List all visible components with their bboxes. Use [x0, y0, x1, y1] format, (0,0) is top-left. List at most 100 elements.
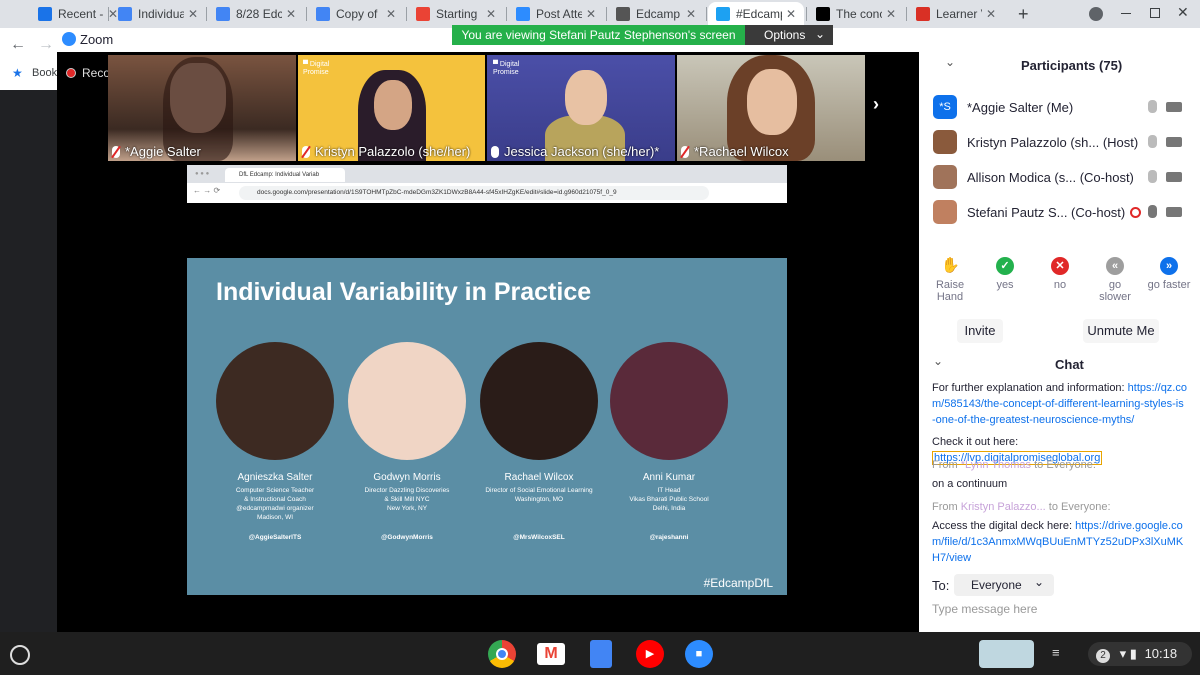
close-tab-icon[interactable]: ✕ — [586, 7, 596, 21]
participant-row[interactable]: Kristyn Palazzolo (sh... (Host) — [933, 129, 1183, 155]
browser-tab[interactable]: #Edcamp ✕ — [708, 2, 804, 26]
video-tile[interactable]: *Rachael Wilcox — [677, 55, 865, 161]
browser-tab-label: Learner V — [936, 7, 982, 21]
close-window-button[interactable]: ✕ — [1177, 4, 1189, 21]
chat-message: on a continuum — [932, 476, 1187, 492]
reaction-button[interactable]: ✓ yes — [975, 257, 1035, 291]
participant-face — [374, 80, 412, 130]
minimize-button[interactable] — [1121, 13, 1131, 14]
tab-search-icon[interactable] — [1089, 7, 1103, 21]
speaker-card: Godwyn Morris Director Dazzling Discoveri… — [348, 342, 466, 541]
options-dropdown[interactable]: Options ⌄ — [745, 25, 833, 45]
close-tab-icon[interactable]: ✕ — [386, 7, 396, 21]
participant-face — [565, 70, 607, 125]
collapse-chat-icon[interactable]: ⌄ — [933, 354, 943, 368]
browser-tab[interactable]: Individual ✕ — [110, 2, 206, 26]
close-tab-icon[interactable]: ✕ — [286, 7, 296, 21]
invite-button[interactable]: Invite — [957, 319, 1003, 343]
reaction-label: yes — [996, 279, 1014, 291]
google-drive-icon — [38, 7, 52, 21]
reaction-button[interactable]: ✕ no — [1030, 257, 1090, 291]
speaker-card: Rachael Wilcox Director of Social Emotion… — [480, 342, 598, 541]
speaker-detail: & Skill Mill NYC — [384, 496, 430, 503]
zoom-logo-icon — [62, 32, 76, 46]
next-page-chevron-icon[interactable]: › — [873, 94, 879, 115]
status-tray[interactable]: 2 ▾ ▮ 10:18 — [1088, 642, 1192, 666]
forward-icon[interactable]: → — [38, 36, 54, 54]
back-icon[interactable]: ← — [10, 36, 26, 54]
browser-tab[interactable]: Edcamp ✕ — [608, 2, 704, 26]
video-camera-icon[interactable] — [1166, 102, 1182, 112]
video-camera-icon[interactable] — [1166, 137, 1182, 147]
chat-sender[interactable]: *Lynn Thomas — [961, 459, 1031, 471]
gmail-icon — [416, 7, 430, 21]
tab-separator — [706, 7, 707, 21]
chat-recipient-dropdown[interactable]: Everyone ⌄ — [954, 574, 1054, 596]
participant-face — [747, 69, 797, 135]
participant-row[interactable]: Stefani Pautz S... (Co-host) — [933, 199, 1183, 225]
unmute-me-button[interactable]: Unmute Me — [1083, 319, 1159, 343]
video-camera-icon[interactable] — [1166, 207, 1182, 217]
browser-tab[interactable]: Post Atte ✕ — [508, 2, 604, 26]
maximize-button[interactable] — [1150, 8, 1160, 18]
close-tab-icon[interactable]: ✕ — [686, 7, 696, 21]
close-tab-icon[interactable]: ✕ — [886, 7, 896, 21]
muted-mic-icon — [302, 145, 310, 158]
browser-tab[interactable]: 8/28 Edc ✕ — [208, 2, 304, 26]
participant-row[interactable]: Allison Modica (s... (Co-host) — [933, 164, 1183, 190]
zoom-app-icon[interactable]: ■ — [685, 640, 713, 668]
rewind-icon: « — [1106, 257, 1124, 275]
bookmark-star-icon[interactable]: ★ — [12, 66, 23, 80]
bookmarks-label[interactable]: Book — [32, 67, 57, 79]
muted-mic-icon[interactable] — [1148, 135, 1157, 148]
close-tab-icon[interactable]: ✕ — [986, 7, 996, 21]
chat-message: Access the digital deck here: https://dr… — [932, 518, 1187, 566]
youtube-icon[interactable]: ▶ — [636, 640, 664, 668]
muted-mic-icon[interactable] — [1148, 100, 1157, 113]
close-tab-icon[interactable]: ✕ — [486, 7, 496, 21]
tile-name: Kristyn Palazzolo (she/her) — [302, 144, 470, 159]
browser-tab[interactable]: Starting ✕ — [408, 2, 504, 26]
google-docs-icon — [316, 7, 330, 21]
browser-tab[interactable]: The conc ✕ — [808, 2, 904, 26]
new-tab-button[interactable]: + — [1018, 4, 1029, 25]
speaker-detail: Computer Science Teacher — [235, 487, 315, 494]
launcher-button[interactable] — [10, 645, 30, 665]
speaker-detail: @edcampmadwi organizer — [236, 505, 314, 512]
google-docs-icon[interactable] — [590, 640, 612, 668]
chat-sender[interactable]: Kristyn Palazzo... — [961, 501, 1046, 513]
participant-row[interactable]: *S *Aggie Salter (Me) — [933, 94, 1183, 120]
chat-message: For further explanation and information:… — [932, 380, 1187, 428]
reaction-button[interactable]: « go slower — [1085, 257, 1145, 303]
tab-separator — [806, 7, 807, 21]
close-tab-icon[interactable]: ✕ — [786, 7, 796, 21]
chat-message-input[interactable]: Type message here — [932, 602, 1182, 616]
browser-tab[interactable]: Learner V ✕ — [908, 2, 1004, 26]
chrome-icon[interactable] — [488, 640, 516, 668]
chat-sender-line: From Kristyn Palazzo... to Everyone: — [932, 499, 1187, 515]
video-tile[interactable]: *Aggie Salter — [108, 55, 296, 161]
video-tile[interactable]: ▀ Digital Promise Kristyn Palazzolo (she/… — [298, 55, 485, 161]
chat-message-text: For further explanation and information: — [932, 382, 1128, 394]
speaker-handle: @AggieSalterITS — [248, 534, 302, 541]
collapse-participants-icon[interactable]: ⌄ — [945, 55, 955, 69]
browser-tab[interactable]: Copy of ✕ — [308, 2, 404, 26]
reaction-button[interactable]: ✋ Raise Hand — [920, 257, 980, 303]
video-camera-icon[interactable] — [1166, 172, 1182, 182]
browser-tab-label: #Edcamp — [736, 7, 782, 21]
gmail-icon[interactable]: M — [537, 643, 565, 665]
clipboard-icon[interactable]: ≡ — [1052, 645, 1060, 660]
tile-name-label: *Aggie Salter — [125, 144, 201, 159]
reaction-label-line2: slower — [1099, 291, 1131, 303]
video-tile[interactable]: ▀ Digital Promise Jessica Jackson (she/he… — [487, 55, 675, 161]
zoom-title-bar: Zoom You are viewing Stefani Pautz Steph… — [57, 25, 1200, 52]
mic-icon[interactable] — [1148, 205, 1157, 218]
muted-mic-icon[interactable] — [1148, 170, 1157, 183]
reaction-label: Raise — [935, 279, 965, 291]
reaction-label: go — [1108, 279, 1122, 291]
speaker-photo — [348, 342, 466, 460]
reaction-button[interactable]: » go faster — [1139, 257, 1199, 291]
slide-hashtag: #EdcampDfL — [703, 576, 773, 590]
close-tab-icon[interactable]: ✕ — [188, 7, 198, 21]
holding-space-icon[interactable] — [979, 640, 1034, 668]
